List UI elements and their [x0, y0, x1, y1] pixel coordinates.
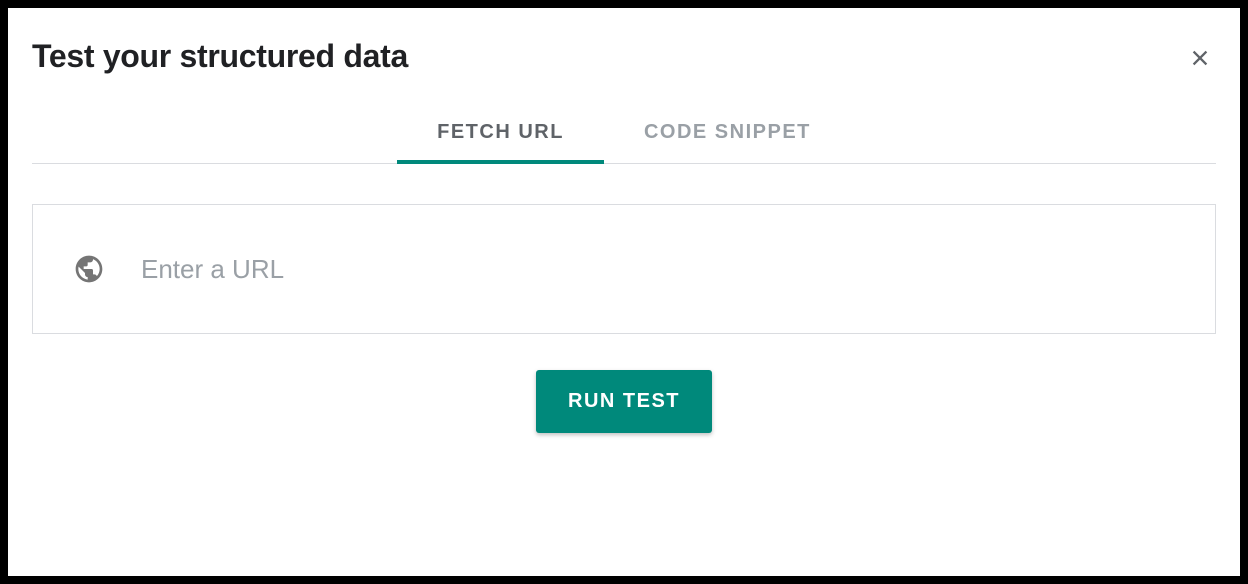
run-test-button[interactable]: RUN TEST: [536, 370, 712, 433]
close-icon: [1189, 47, 1211, 69]
tab-code-snippet[interactable]: CODE SNIPPET: [604, 105, 851, 164]
dialog-container: Test your structured data FETCH URL CODE…: [8, 8, 1240, 576]
run-button-wrapper: RUN TEST: [32, 370, 1216, 433]
url-input[interactable]: [141, 254, 1175, 285]
url-input-wrapper: [32, 204, 1216, 334]
dialog-title: Test your structured data: [32, 38, 408, 75]
close-button[interactable]: [1184, 42, 1216, 74]
tab-fetch-url[interactable]: FETCH URL: [397, 105, 604, 164]
tabs-container: FETCH URL CODE SNIPPET: [32, 105, 1216, 164]
globe-icon: [73, 253, 105, 285]
dialog-header: Test your structured data: [32, 38, 1216, 75]
